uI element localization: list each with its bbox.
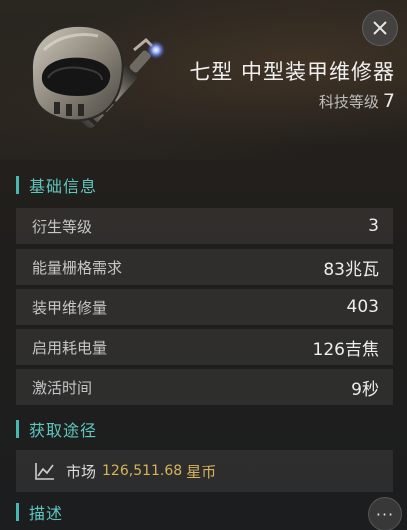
item-info-panel: 七型 中型装甲维修器 科技等级 7 基础信息 衍生等级 3 能量栅格需求 83兆瓦… — [0, 0, 407, 530]
section-accent-bar — [16, 176, 19, 194]
stat-row-powergrid: 能量栅格需求 83兆瓦 — [16, 249, 393, 285]
stat-label: 衍生等级 — [32, 217, 93, 236]
stat-label: 装甲维修量 — [32, 298, 108, 317]
stat-row-armor-repair: 装甲维修量 403 — [16, 289, 393, 325]
stat-label: 启用耗电量 — [32, 338, 108, 357]
close-icon — [373, 21, 387, 35]
section-basic-info: 基础信息 — [16, 174, 97, 196]
close-button[interactable] — [362, 10, 398, 46]
stat-row-activation-time: 激活时间 9秒 — [16, 369, 393, 405]
stat-value: 83兆瓦 — [323, 259, 379, 280]
tech-level: 科技等级 7 — [319, 90, 395, 112]
section-basic-info-title: 基础信息 — [29, 177, 98, 196]
armor-repairer-helmet-torch-icon — [30, 24, 165, 128]
more-options-icon: ··· — [375, 504, 395, 524]
tech-level-label: 科技等级 — [318, 93, 379, 111]
section-description-title: 描述 — [29, 504, 64, 523]
stat-value: 9秒 — [351, 379, 379, 400]
stat-label: 能量栅格需求 — [32, 258, 123, 277]
stat-value: 403 — [346, 297, 379, 317]
stat-label: 激活时间 — [32, 378, 93, 397]
market-trend-icon — [35, 463, 54, 480]
tech-level-value: 7 — [382, 90, 395, 112]
stat-value: 3 — [368, 216, 379, 236]
section-description: 描述 — [16, 501, 63, 523]
stat-row-derivation-level: 衍生等级 3 — [16, 208, 393, 244]
market-label: 市场 — [66, 462, 97, 481]
stat-value: 126吉焦 — [312, 339, 379, 360]
section-acquisition: 获取途径 — [16, 418, 97, 440]
section-acquisition-title: 获取途径 — [29, 421, 98, 440]
section-accent-bar — [16, 420, 19, 438]
stat-row-activation-cost: 启用耗电量 126吉焦 — [16, 329, 393, 365]
more-options-button[interactable]: ··· — [368, 497, 402, 530]
market-price: 126,511.68 — [102, 463, 183, 479]
section-accent-bar — [16, 503, 19, 521]
item-title: 七型 中型装甲维修器 — [189, 60, 395, 84]
market-currency: 星币 — [186, 462, 217, 481]
market-source-row[interactable]: 市场 126,511.68 星币 — [16, 450, 393, 492]
